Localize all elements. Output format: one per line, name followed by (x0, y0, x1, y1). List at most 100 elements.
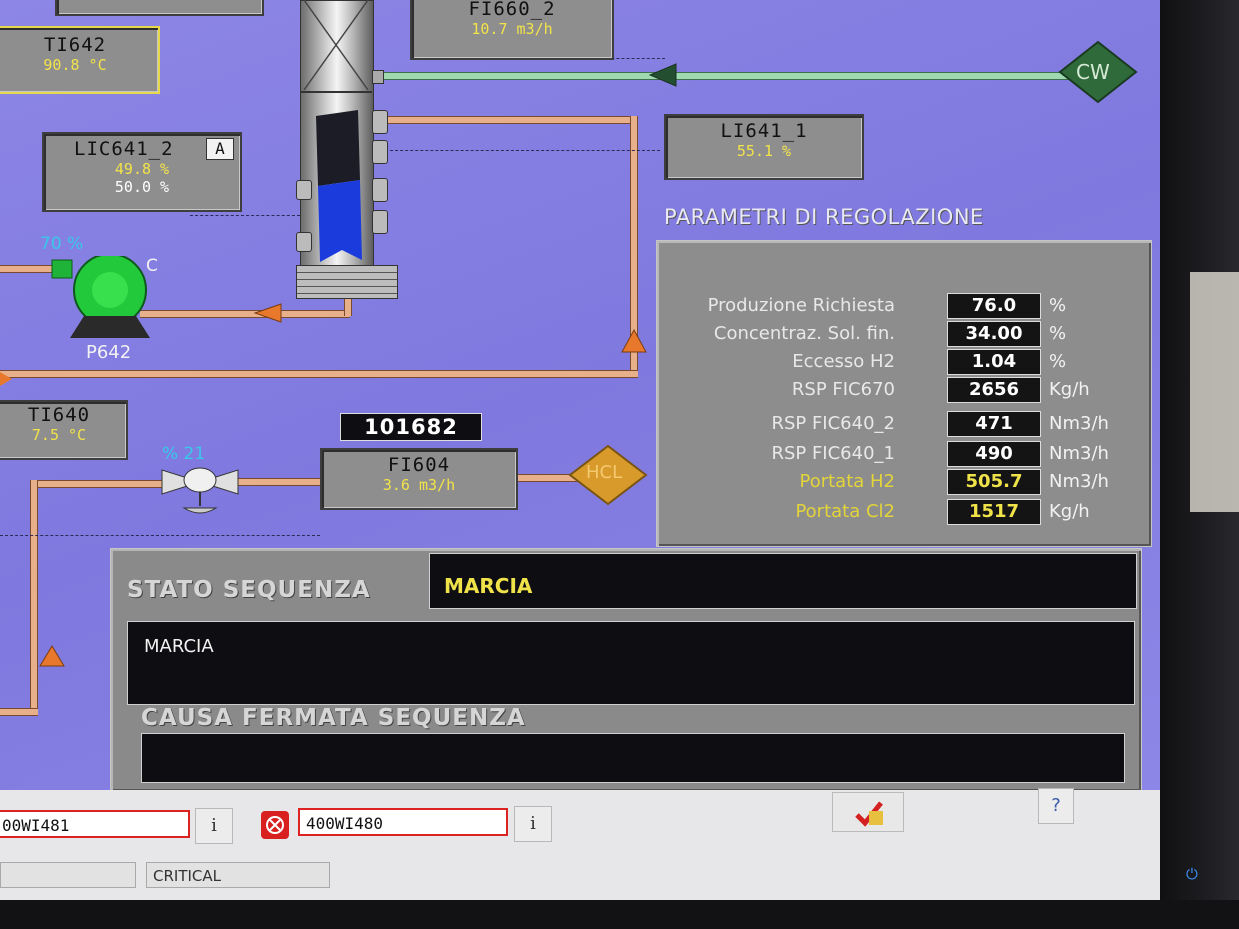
param-unit: % (1049, 295, 1067, 316)
param-row: Produzione Richiesta 76.0% (657, 293, 1147, 321)
flow-arrow-icon (253, 303, 282, 323)
param-label: Portata H2 (799, 471, 895, 492)
param-unit: Nm3/h (1049, 471, 1109, 492)
monitor-bezel-bottom (0, 900, 1239, 929)
bezel-sticker (1190, 272, 1239, 512)
tag-name: FI660_2 (468, 0, 556, 20)
param-unit: Kg/h (1049, 501, 1090, 522)
info-button-2[interactable]: i (514, 806, 552, 842)
pipe (140, 310, 350, 318)
sequence-state-label: STATO SEQUENZA (127, 577, 371, 603)
column-internals-icon (300, 0, 372, 93)
param-unit: Nm3/h (1049, 413, 1109, 434)
tag-li641-1[interactable]: LI641_1 55.1 % (664, 114, 864, 180)
param-value[interactable]: 1517 (947, 499, 1041, 525)
scada-screen: CW HCL FI660_2 10.7 m3/h TI642 90.8 °C L… (0, 0, 1160, 900)
control-valve-icon[interactable] (160, 462, 240, 516)
param-row: RSP FIC640_2 471 Nm3/h (657, 411, 1147, 439)
hcl-label: HCL (586, 462, 623, 483)
column-level-icon (316, 110, 362, 262)
tag-ti642[interactable]: TI642 90.8 °C (0, 26, 160, 94)
param-unit: % (1049, 323, 1067, 344)
param-label: RSP FIC640_2 (771, 413, 895, 434)
sequence-message-box: MARCIA (127, 621, 1135, 705)
param-unit: % (1049, 351, 1067, 372)
acknowledge-check-icon (855, 801, 883, 827)
param-label: Concentraz. Sol. fin. (713, 323, 895, 344)
param-value[interactable]: 2656 (947, 377, 1041, 403)
params-panel: Produzione Richiesta 76.0% Concentraz. Sol… (656, 240, 1152, 547)
param-label: Produzione Richiesta (707, 295, 895, 316)
tag-ti640[interactable]: TI640 7.5 °C (0, 400, 128, 460)
cw-flow-arrow-icon (648, 63, 677, 87)
pipe (30, 480, 38, 714)
tag-sp: 50.0 % (114, 178, 170, 196)
tag-name: FI604 (387, 454, 451, 476)
param-value[interactable]: 505.7 (947, 469, 1041, 495)
acknowledge-button[interactable] (832, 792, 904, 832)
param-value[interactable]: 1.04 (947, 349, 1041, 375)
param-label: RSP FIC640_1 (771, 443, 895, 464)
pump-icon[interactable] (50, 256, 160, 340)
help-button[interactable]: ? (1038, 788, 1074, 824)
column-base (296, 265, 398, 299)
param-row: Portata H2 505.7 Nm3/h (657, 469, 1147, 497)
tag-fi604[interactable]: FI604 3.6 m3/h (320, 448, 518, 510)
param-label: RSP FIC670 (791, 379, 895, 400)
stop-cause-box (141, 733, 1125, 783)
status-field-empty (0, 862, 136, 888)
pipe (380, 116, 636, 124)
cw-pipe (380, 72, 1070, 80)
fi604-counter: 101682 (340, 413, 482, 441)
tag-name: TI640 (27, 404, 91, 426)
tag-value: 10.7 m3/h (471, 20, 553, 38)
param-row: Eccesso H2 1.04% (657, 349, 1147, 377)
param-value[interactable]: 490 (947, 441, 1041, 467)
sequence-panel: STATO SEQUENZA MARCIA MARCIA CAUSA FERMA… (110, 548, 1142, 792)
flow-arrow-icon (39, 645, 65, 667)
tag-pv: 49.8 % (114, 160, 170, 178)
sequence-state-box: MARCIA (429, 553, 1137, 609)
pump-name: P642 (86, 342, 132, 363)
param-value[interactable]: 34.00 (947, 321, 1041, 347)
param-row: Concentraz. Sol. fin. 34.00% (657, 321, 1147, 349)
pump-speed: 70 % (40, 234, 84, 254)
param-value[interactable]: 471 (947, 411, 1041, 437)
tag-name: TI642 (43, 34, 107, 56)
param-row: Portata Cl2 1517 Kg/h (657, 499, 1147, 527)
pipe (0, 708, 38, 716)
alarm-cancel-icon[interactable] (260, 810, 290, 840)
params-title: PARAMETRI DI REGOLAZIONE (664, 205, 984, 229)
pipe (30, 480, 165, 488)
flow-arrow-icon (621, 328, 647, 353)
pipe (235, 478, 325, 486)
param-unit: Kg/h (1049, 379, 1090, 400)
param-row: RSP FIC670 2656 Kg/h (657, 377, 1147, 405)
stop-cause-label: CAUSA FERMATA SEQUENZA (141, 705, 526, 731)
sequence-state-value: MARCIA (444, 574, 533, 598)
param-row: RSP FIC640_1 490 Nm3/h (657, 441, 1147, 469)
cw-label: CW (1076, 60, 1110, 84)
pipe (0, 370, 638, 378)
info-button-1[interactable]: i (195, 808, 233, 844)
tag-value: 7.5 °C (31, 426, 87, 444)
sequence-message: MARCIA (144, 636, 214, 657)
tag-value: 3.6 m3/h (382, 476, 456, 494)
mode-indicator[interactable]: A (206, 138, 234, 160)
alarm-field-2[interactable]: 400WI480 (298, 808, 508, 836)
valve-opening: % 21 (162, 444, 206, 464)
param-unit: Nm3/h (1049, 443, 1109, 464)
param-label: Portata Cl2 (795, 501, 895, 522)
tag-fi660-2[interactable]: FI660_2 10.7 m3/h (410, 0, 614, 60)
power-icon[interactable]: ⏻ (1186, 866, 1202, 882)
alarm-field-1[interactable]: 00WI481 (0, 810, 190, 838)
tag-name: LI641_1 (720, 120, 808, 142)
tag-partial-top[interactable] (55, 0, 264, 16)
flow-arrow-icon (0, 372, 12, 386)
tag-value: 90.8 °C (43, 56, 107, 74)
param-value[interactable]: 76.0 (947, 293, 1041, 319)
param-label: Eccesso H2 (792, 351, 895, 372)
status-critical: CRITICAL (146, 862, 330, 888)
tag-lic641-2[interactable]: LIC641_2 A 49.8 % 50.0 % (42, 132, 242, 212)
tag-value: 55.1 % (736, 142, 792, 160)
